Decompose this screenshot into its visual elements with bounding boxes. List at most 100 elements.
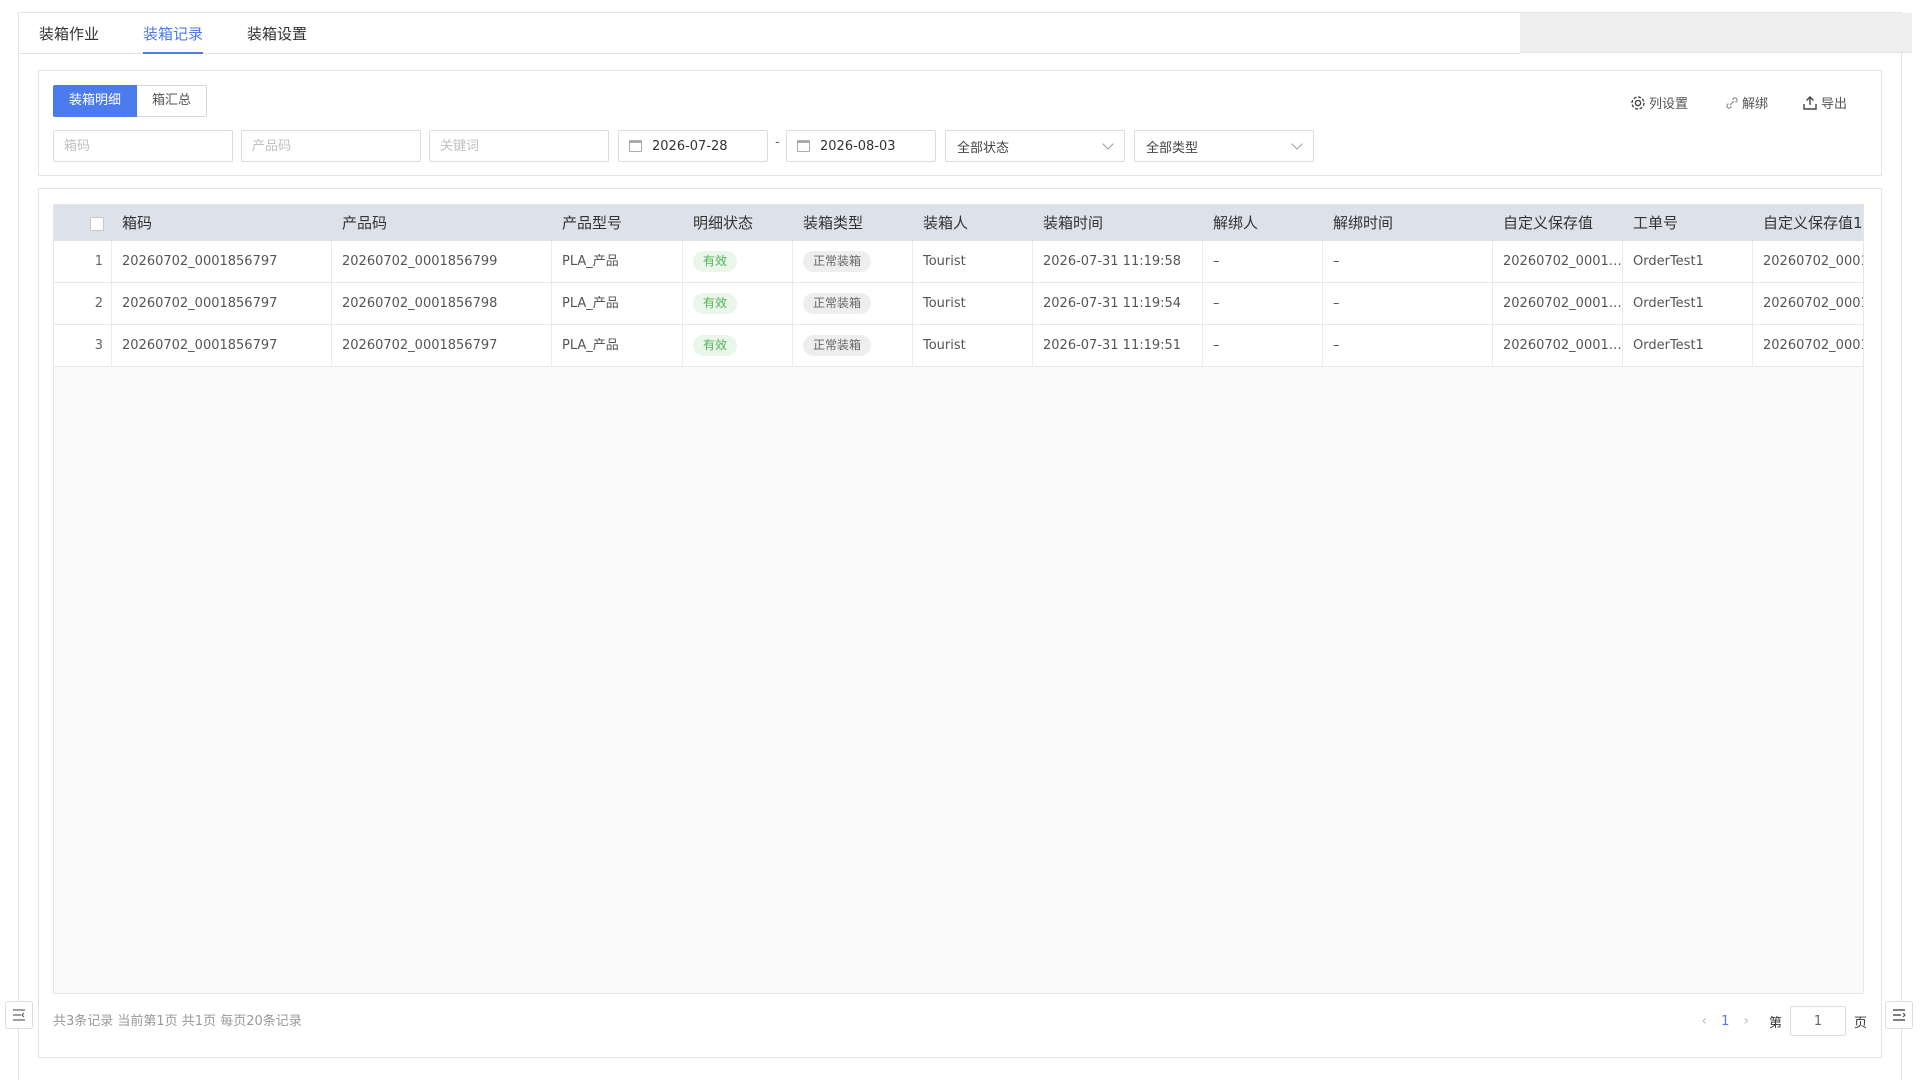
- view-switch: 装箱明细 箱汇总: [53, 85, 208, 117]
- tab-packing-operation[interactable]: 装箱作业: [39, 23, 99, 54]
- col-header-custom-value[interactable]: 自定义保存值: [1493, 205, 1623, 241]
- keyword-input[interactable]: [429, 130, 609, 162]
- pagination: ‹ 1 › 第 页: [1693, 1006, 1867, 1036]
- col-header-custom-value-1[interactable]: 自定义保存值1: [1753, 205, 1863, 241]
- table-row[interactable]: 2 20260702_0001856797 20260702_000185679…: [54, 283, 1863, 325]
- gear-icon: [1631, 95, 1645, 110]
- cell-pack-type: 正常装箱: [793, 241, 913, 282]
- cell-order-number: OrderTest1: [1623, 283, 1753, 324]
- cell-unbind-time: –: [1323, 283, 1493, 324]
- box-code-input[interactable]: [53, 130, 233, 162]
- cell-custom-value-1: 20260702_0001856798: [1753, 283, 1863, 324]
- summary-view-button[interactable]: 箱汇总: [137, 85, 208, 117]
- record-summary: 共3条记录 当前第1页 共1页 每页20条记录: [53, 1014, 302, 1029]
- cell-custom-value-1: 20260702_0001856799: [1753, 241, 1863, 282]
- start-date-value: 2026-07-28: [652, 138, 728, 154]
- table-row[interactable]: 1 20260702_0001856797 20260702_000185679…: [54, 241, 1863, 283]
- goto-suffix: 页: [1853, 1015, 1867, 1031]
- chevron-down-icon: [1291, 138, 1303, 150]
- col-header-detail-status[interactable]: 明细状态: [683, 205, 793, 241]
- cell-unbind-time: –: [1323, 241, 1493, 282]
- cell-order-number: OrderTest1: [1623, 241, 1753, 282]
- col-header-model[interactable]: 产品型号: [552, 205, 683, 241]
- start-date-picker[interactable]: 2026-07-28: [618, 130, 768, 162]
- cell-detail-status: 有效: [683, 241, 793, 282]
- type-badge: 正常装箱: [803, 251, 872, 272]
- type-badge: 正常装箱: [803, 335, 872, 356]
- filter-panel: 装箱明细 箱汇总 列设置 解绑 导出 2026-07-28 - 2026-08-…: [38, 70, 1882, 176]
- select-all-cell: [54, 205, 112, 241]
- unlink-icon: [1726, 96, 1738, 109]
- select-all-checkbox[interactable]: [90, 216, 104, 231]
- cell-product-code: 20260702_0001856799: [332, 241, 552, 282]
- row-index: 3: [54, 325, 112, 366]
- row-index: 2: [54, 283, 112, 324]
- export-icon: [1803, 95, 1817, 110]
- goto-prefix: 第: [1768, 1015, 1782, 1031]
- cell-pack-type: 正常装箱: [793, 283, 913, 324]
- menu-expand-icon: [1893, 1009, 1906, 1021]
- col-header-box-code[interactable]: 箱码: [112, 205, 332, 241]
- cell-pack-time: 2026-07-31 11:19:54: [1033, 283, 1203, 324]
- calendar-icon: [797, 140, 810, 152]
- type-select-value: 全部类型: [1146, 140, 1199, 156]
- cell-unbinder: –: [1203, 325, 1323, 366]
- goto-page-input[interactable]: [1789, 1006, 1846, 1036]
- status-badge: 有效: [693, 251, 738, 272]
- table-panel: 箱码 产品码 产品型号 明细状态 装箱类型 装箱人 装箱时间 解绑人 解绑时间 …: [38, 188, 1882, 1058]
- row-index: 1: [54, 241, 112, 282]
- detail-view-button[interactable]: 装箱明细: [53, 85, 138, 117]
- prev-page-button[interactable]: ‹: [1693, 1013, 1715, 1029]
- cell-custom-value: 20260702_0001856799: [1493, 241, 1623, 282]
- cell-packer: Tourist: [913, 283, 1033, 324]
- cell-unbinder: –: [1203, 283, 1323, 324]
- col-header-packer[interactable]: 装箱人: [913, 205, 1033, 241]
- status-badge: 有效: [693, 293, 738, 314]
- cell-box-code: 20260702_0001856797: [112, 283, 332, 324]
- chevron-down-icon: [1102, 138, 1114, 150]
- tab-bar-filler: [1520, 13, 1912, 53]
- col-header-unbinder[interactable]: 解绑人: [1203, 205, 1323, 241]
- end-date-picker[interactable]: 2026-08-03: [786, 130, 936, 162]
- col-header-unbind-time[interactable]: 解绑时间: [1323, 205, 1493, 241]
- cell-order-number: OrderTest1: [1623, 325, 1753, 366]
- cell-unbind-time: –: [1323, 325, 1493, 366]
- tab-packing-records[interactable]: 装箱记录: [143, 23, 204, 54]
- page-number-1[interactable]: 1: [1715, 1014, 1735, 1029]
- table-row[interactable]: 3 20260702_0001856797 20260702_000185679…: [54, 325, 1863, 367]
- cell-model: PLA_产品: [552, 325, 683, 366]
- col-header-pack-time[interactable]: 装箱时间: [1033, 205, 1203, 241]
- status-select-value: 全部状态: [957, 140, 1010, 156]
- col-header-product-code[interactable]: 产品码: [332, 205, 552, 241]
- date-separator: -: [775, 135, 780, 150]
- cell-model: PLA_产品: [552, 241, 683, 282]
- col-header-order-number[interactable]: 工单号: [1623, 205, 1753, 241]
- calendar-icon: [629, 140, 642, 152]
- menu-collapse-icon: [13, 1009, 25, 1021]
- cell-detail-status: 有效: [683, 325, 793, 366]
- records-table: 箱码 产品码 产品型号 明细状态 装箱类型 装箱人 装箱时间 解绑人 解绑时间 …: [53, 204, 1864, 994]
- product-code-input[interactable]: [241, 130, 421, 162]
- end-date-value: 2026-08-03: [820, 138, 896, 154]
- cell-custom-value: 20260702_0001856797: [1493, 325, 1623, 366]
- export-button[interactable]: 导出: [1802, 93, 1847, 112]
- cell-packer: Tourist: [913, 241, 1033, 282]
- tab-bar: 装箱作业 装箱记录 装箱设置: [19, 13, 1520, 54]
- next-page-button[interactable]: ›: [1735, 1013, 1757, 1029]
- cell-packer: Tourist: [913, 325, 1033, 366]
- cell-model: PLA_产品: [552, 283, 683, 324]
- collapse-menu-button[interactable]: [5, 1001, 33, 1029]
- expand-menu-button[interactable]: [1885, 1001, 1913, 1029]
- cell-box-code: 20260702_0001856797: [112, 241, 332, 282]
- cell-box-code: 20260702_0001856797: [112, 325, 332, 366]
- cell-custom-value: 20260702_0001856798: [1493, 283, 1623, 324]
- unbind-button[interactable]: 解绑: [1725, 93, 1768, 112]
- cell-pack-type: 正常装箱: [793, 325, 913, 366]
- tab-packing-settings[interactable]: 装箱设置: [247, 23, 307, 54]
- col-header-pack-type[interactable]: 装箱类型: [793, 205, 913, 241]
- type-badge: 正常装箱: [803, 293, 872, 314]
- column-settings-button[interactable]: 列设置: [1630, 93, 1688, 112]
- status-select[interactable]: 全部状态: [945, 130, 1125, 162]
- cell-product-code: 20260702_0001856798: [332, 283, 552, 324]
- type-select[interactable]: 全部类型: [1134, 130, 1314, 162]
